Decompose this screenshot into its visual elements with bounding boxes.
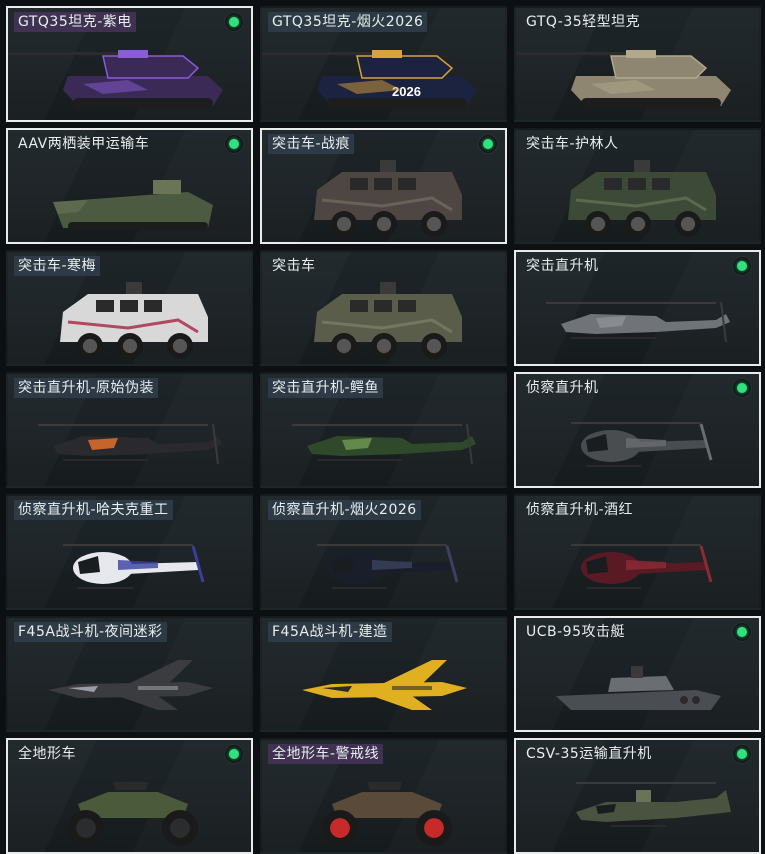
fighter-jet-icon — [8, 638, 251, 730]
vehicle-card[interactable]: 全地形车-警戒线 — [260, 738, 507, 854]
vehicle-name: GTQ-35轻型坦克 — [526, 14, 641, 30]
scout-helicopter-icon — [516, 394, 759, 486]
vehicle-card[interactable]: GTQ35坦克-紫电 — [6, 6, 253, 122]
owned-indicator-icon — [225, 745, 243, 763]
vehicle-name: 突击直升机 — [526, 258, 599, 274]
vehicle-name: 侦察直升机-哈夫克重工 — [14, 500, 173, 520]
owned-indicator-icon — [225, 135, 243, 153]
vehicle-name: 突击车-护林人 — [526, 136, 619, 152]
vehicle-card[interactable]: F45A战斗机-建造 — [260, 616, 507, 732]
vehicle-card[interactable]: CSV-35运输直升机 — [514, 738, 761, 854]
vehicle-card[interactable]: 突击车-寒梅 — [6, 250, 253, 366]
attack-helicopter-icon — [262, 394, 505, 486]
vehicle-card[interactable]: 突击直升机-原始伪装 — [6, 372, 253, 488]
vehicle-name: F45A战斗机-建造 — [268, 622, 392, 642]
vehicle-card[interactable]: UCB-95攻击艇 — [514, 616, 761, 732]
fighter-jet-icon — [262, 638, 505, 730]
vehicle-name: AAV两栖装甲运输车 — [18, 136, 150, 152]
vehicle-name: 侦察直升机 — [526, 380, 599, 396]
vehicle-name: 侦察直升机-烟火2026 — [268, 500, 421, 520]
attack-helicopter-icon — [8, 394, 251, 486]
amphibious-vehicle-icon — [8, 150, 251, 242]
tank-icon: 2026 — [262, 28, 505, 120]
transport-helicopter-icon — [516, 760, 759, 852]
vehicle-card[interactable]: F45A战斗机-夜间迷彩 — [6, 616, 253, 732]
owned-indicator-icon — [733, 745, 751, 763]
vehicle-card[interactable]: 侦察直升机-酒红 — [514, 494, 761, 610]
owned-indicator-icon — [733, 257, 751, 275]
vehicle-name: 突击直升机-鳄鱼 — [268, 378, 384, 398]
atv-icon — [262, 760, 505, 852]
vehicle-name: GTQ35坦克-紫电 — [14, 12, 136, 32]
vehicle-card[interactable]: 侦察直升机 — [514, 372, 761, 488]
vehicle-name: 侦察直升机-酒红 — [526, 502, 634, 518]
armored-car-icon — [262, 150, 505, 242]
tank-icon — [516, 28, 759, 120]
scout-helicopter-icon — [516, 516, 759, 608]
scout-helicopter-icon — [8, 516, 251, 608]
vehicle-name: 突击车 — [272, 258, 316, 274]
scout-helicopter-icon — [262, 516, 505, 608]
vehicle-card[interactable]: 2026 GTQ35坦克-烟火2026 — [260, 6, 507, 122]
vehicle-name: 突击车-战痕 — [268, 134, 355, 154]
attack-helicopter-icon — [516, 272, 759, 364]
vehicle-card[interactable]: 突击直升机 — [514, 250, 761, 366]
tank-icon — [8, 28, 251, 120]
vehicle-card[interactable]: 全地形车 — [6, 738, 253, 854]
vehicle-name: UCB-95攻击艇 — [526, 624, 625, 640]
vehicle-name: 全地形车-警戒线 — [268, 744, 384, 764]
attack-boat-icon — [516, 638, 759, 730]
vehicle-card[interactable]: 突击车-护林人 — [514, 128, 761, 244]
vehicle-name: 全地形车 — [18, 746, 76, 762]
vehicle-card[interactable]: AAV两栖装甲运输车 — [6, 128, 253, 244]
vehicle-card[interactable]: 突击直升机-鳄鱼 — [260, 372, 507, 488]
armored-car-icon — [516, 150, 759, 242]
vehicle-card[interactable]: 突击车-战痕 — [260, 128, 507, 244]
vehicle-grid: GTQ35坦克-紫电 2026 GTQ35坦克-烟火2026 GTQ-35轻型坦… — [6, 6, 761, 854]
vehicle-name: CSV-35运输直升机 — [526, 746, 652, 762]
vehicle-name: 突击直升机-原始伪装 — [14, 378, 159, 398]
armored-car-icon — [8, 272, 251, 364]
vehicle-card[interactable]: GTQ-35轻型坦克 — [514, 6, 761, 122]
armored-car-icon — [262, 272, 505, 364]
owned-indicator-icon — [733, 623, 751, 641]
vehicle-card[interactable]: 侦察直升机-烟火2026 — [260, 494, 507, 610]
owned-indicator-icon — [733, 379, 751, 397]
vehicle-name: GTQ35坦克-烟火2026 — [268, 12, 428, 32]
vehicle-card[interactable]: 突击车 — [260, 250, 507, 366]
svg-text:2026: 2026 — [392, 84, 421, 99]
atv-icon — [8, 760, 251, 852]
vehicle-card[interactable]: 侦察直升机-哈夫克重工 — [6, 494, 253, 610]
owned-indicator-icon — [479, 135, 497, 153]
vehicle-name: 突击车-寒梅 — [14, 256, 101, 276]
owned-indicator-icon — [225, 13, 243, 31]
vehicle-name: F45A战斗机-夜间迷彩 — [14, 622, 167, 642]
